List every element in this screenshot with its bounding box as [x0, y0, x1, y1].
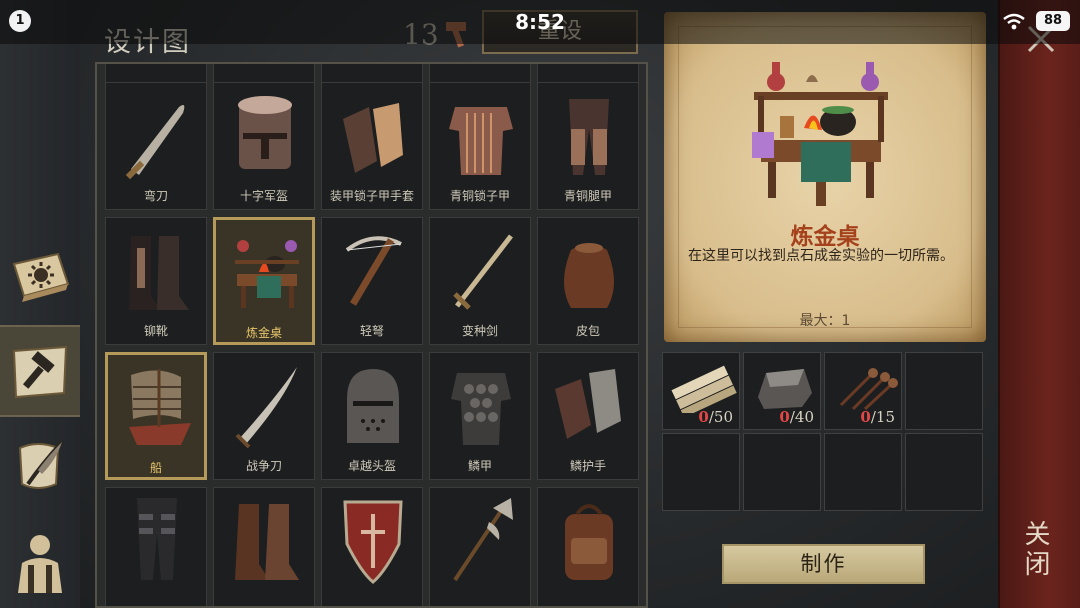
- character-backpack-icon: [18, 535, 62, 593]
- blueprint-cell[interactable]: 卓越头盔: [321, 352, 423, 480]
- war-blade-icon: [235, 367, 297, 449]
- blueprint-cell[interactable]: 变种剑: [429, 217, 531, 345]
- backpack-icon: [565, 504, 613, 580]
- blueprint-label: 变种剑: [461, 324, 498, 338]
- plate-leggings-icon: [137, 498, 177, 580]
- blueprint-cell[interactable]: [429, 487, 531, 606]
- material-have: 0: [860, 408, 871, 426]
- blueprint-cell[interactable]: 船: [105, 352, 207, 480]
- scroll-quill-icon: [18, 440, 64, 489]
- blueprint-detail-card: 炼金桌 在这里可以找到点石成金实验的一切所需。 最大：1: [664, 12, 986, 342]
- battery-indicator: 88: [1036, 11, 1070, 31]
- light-crossbow-icon: [345, 236, 402, 306]
- material-slot-empty: [905, 352, 983, 430]
- material-slot: 0/15: [824, 352, 902, 430]
- blueprint-label: 铆靴: [143, 324, 168, 338]
- tab-character[interactable]: [0, 515, 80, 607]
- blueprint-cell[interactable]: [105, 487, 207, 606]
- craft-button[interactable]: 制作: [722, 544, 925, 584]
- tab-blueprints[interactable]: [0, 325, 80, 417]
- blueprint-cell[interactable]: [321, 487, 423, 606]
- blueprint-label: 青铜锁子甲: [449, 189, 510, 203]
- chainmail-gloves-icon: [343, 103, 403, 173]
- crusader-helmet-icon: [238, 96, 292, 169]
- tab-notes[interactable]: [0, 420, 80, 512]
- blueprint-label: 青铜腿甲: [563, 189, 612, 203]
- wifi-icon: [1003, 13, 1025, 30]
- blueprint-cell-selected[interactable]: 炼金桌: [213, 217, 315, 345]
- clock: 8:52: [515, 10, 565, 34]
- material-slot-empty: [824, 433, 902, 511]
- blueprint-cell[interactable]: 战争刀: [213, 352, 315, 480]
- sun-book-icon: [12, 252, 70, 302]
- blueprint-cell[interactable]: 弯刀: [105, 82, 207, 210]
- game-screen: 设计图 13 重设 弯刀十字军盔装甲锁子甲手套青铜锁子甲青铜腿甲铆靴炼金桌轻弩变…: [0, 0, 1080, 608]
- blueprint-cell[interactable]: 轻弩: [321, 217, 423, 345]
- blueprint-cell[interactable]: 装甲锁子甲手套: [321, 82, 423, 210]
- scale-armor-icon: [451, 373, 511, 445]
- blueprint-cell[interactable]: 青铜腿甲: [537, 82, 639, 210]
- close-label: 关闭: [1020, 520, 1050, 580]
- scimitar-icon: [125, 105, 185, 180]
- bronze-greaves-icon: [569, 99, 609, 175]
- blueprint-cell[interactable]: 十字军盔: [213, 82, 315, 210]
- blueprint-label: 战争刀: [245, 459, 282, 473]
- materials-grid: 0/50 0/40 0/15: [662, 352, 986, 512]
- material-need: /50: [708, 408, 733, 426]
- blueprint-cell[interactable]: [537, 487, 639, 606]
- material-slot-empty: [662, 433, 740, 511]
- scale-gauntlets-icon: [555, 369, 621, 439]
- blueprint-label: 装甲锁子甲手套: [329, 189, 414, 203]
- left-rail: [0, 0, 80, 608]
- blueprint-label: 十字军盔: [239, 189, 288, 203]
- planks-icon: [671, 365, 737, 413]
- nails-icon: [839, 368, 898, 411]
- blueprint-cell[interactable]: 鳞护手: [537, 352, 639, 480]
- blueprint-label: 轻弩: [359, 324, 384, 338]
- riveted-boots-icon: [129, 236, 189, 310]
- blueprint-grid[interactable]: 弯刀 十字军盔 装甲锁子甲手套 青铜锁子甲 青铜腿甲铆靴 炼金桌 轻弩 变种剑 皮包船 战争刀 卓越…: [95, 62, 648, 608]
- material-slot: 0/40: [743, 352, 821, 430]
- mutant-sword-icon: [453, 234, 513, 310]
- blueprint-cell[interactable]: [213, 487, 315, 606]
- material-have: 0: [698, 408, 709, 426]
- ship-icon: [129, 369, 191, 445]
- status-bar: 1 8:52 88: [0, 0, 1080, 44]
- alchemy-table-image: [752, 62, 888, 206]
- material-count: 0/50: [698, 408, 733, 426]
- blueprint-label: 炼金桌: [245, 326, 282, 340]
- detail-max-count: 最大：1: [799, 313, 851, 329]
- material-need: /40: [789, 408, 814, 426]
- material-slot-empty: [743, 433, 821, 511]
- bronze-chainmail-icon: [449, 107, 513, 175]
- material-need: /15: [870, 408, 895, 426]
- blueprint-label: 弯刀: [143, 189, 168, 203]
- blueprint-cell[interactable]: 皮包: [537, 217, 639, 345]
- blueprint-label: 鳞甲: [467, 459, 492, 473]
- blueprint-label: 卓越头盔: [347, 459, 396, 473]
- hammer-map-icon: [12, 345, 68, 399]
- detail-title: 炼金桌: [790, 224, 860, 250]
- blueprint-cell[interactable]: 青铜锁子甲: [429, 82, 531, 210]
- blueprint-cell[interactable]: 鳞甲: [429, 352, 531, 480]
- leather-bag-icon: [564, 243, 614, 308]
- material-count: 0/15: [860, 408, 895, 426]
- leather-boots-icon: [235, 504, 299, 580]
- halberd-icon: [453, 498, 513, 582]
- material-have: 0: [779, 408, 790, 426]
- superior-helmet-icon: [347, 369, 399, 443]
- shield-icon: [343, 500, 403, 584]
- material-count: 0/40: [779, 408, 814, 426]
- iron-ingot-icon: [758, 369, 812, 409]
- close-panel[interactable]: 关闭: [998, 0, 1080, 608]
- blueprint-label: 船: [149, 461, 162, 475]
- material-slot-empty: [905, 433, 983, 511]
- tab-almanac[interactable]: [0, 230, 80, 322]
- blueprint-cell[interactable]: 铆靴: [105, 217, 207, 345]
- material-slot: 0/50: [662, 352, 740, 430]
- detail-description: 在这里可以找到点石成金实验的一切所需。: [688, 248, 954, 264]
- blueprint-label: 皮包: [575, 324, 600, 338]
- blueprint-label: 鳞护手: [569, 459, 606, 473]
- alchemy-table-icon: [235, 240, 299, 308]
